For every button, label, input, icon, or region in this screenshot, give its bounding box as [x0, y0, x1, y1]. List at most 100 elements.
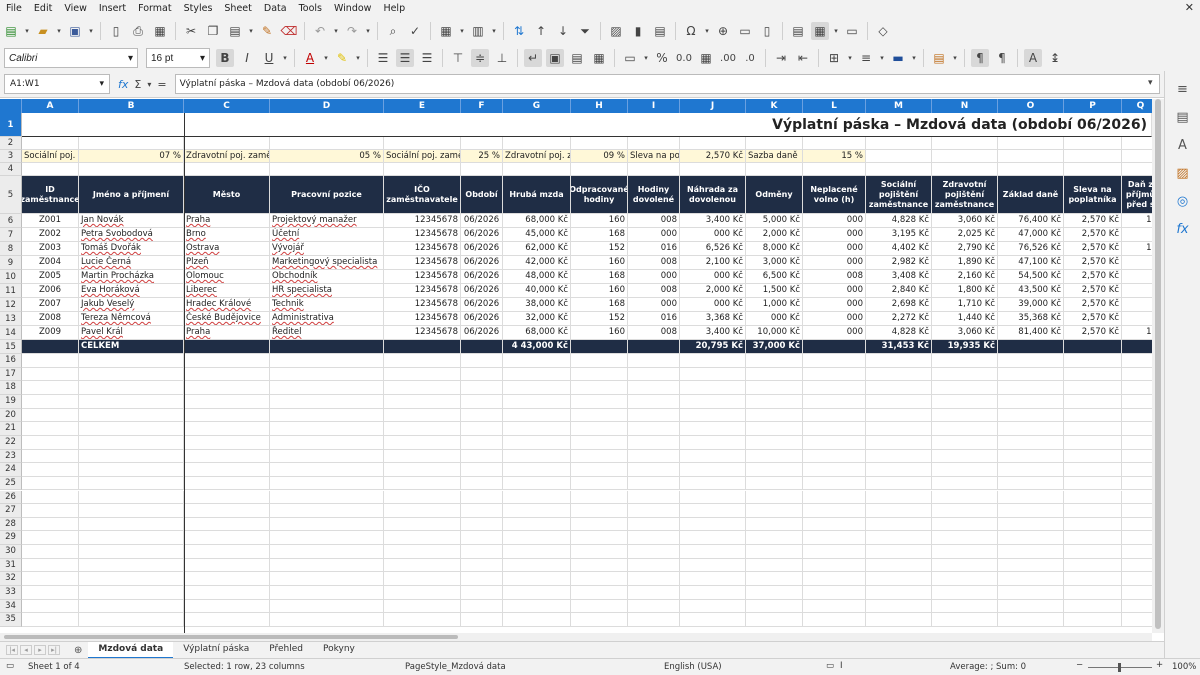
table-cell[interactable]: 2,840 Kč — [866, 284, 932, 298]
redo-dropdown-icon[interactable]: ▾ — [363, 22, 373, 40]
empty-cell[interactable] — [1064, 449, 1122, 464]
empty-cell[interactable] — [998, 354, 1064, 368]
new-document-icon[interactable]: ▤ — [2, 22, 20, 40]
table-cell[interactable]: 68,000 Kč — [503, 326, 571, 340]
menu-item-window[interactable]: Window — [328, 0, 377, 17]
borders-dropdown-icon[interactable]: ▾ — [845, 49, 855, 67]
row-header[interactable]: 26 — [0, 490, 22, 505]
table-cell[interactable]: 68,000 Kč — [503, 214, 571, 228]
row-header[interactable]: 23 — [0, 449, 22, 464]
empty-cell[interactable] — [803, 463, 866, 477]
gallery-icon[interactable]: ▨ — [1173, 163, 1193, 183]
table-cell[interactable]: Z008 — [22, 312, 79, 326]
border-color-dropdown-icon[interactable]: ▾ — [909, 49, 919, 67]
column-title[interactable]: Pracovní pozice — [270, 176, 384, 214]
text-vertical-alt-icon[interactable]: ↨ — [1046, 49, 1064, 67]
column-header-f[interactable]: F — [461, 99, 503, 113]
empty-cell[interactable] — [270, 422, 384, 436]
param-label[interactable]: Zdravotní poj. zamě — [184, 150, 270, 163]
table-cell[interactable]: 06/2026 — [461, 228, 503, 242]
border-color-icon[interactable]: ▬ — [889, 49, 907, 67]
empty-cell[interactable] — [1122, 150, 1152, 163]
menu-item-edit[interactable]: Edit — [28, 0, 58, 17]
selection-mode-icon[interactable]: ▭ — [826, 661, 834, 671]
empty-cell[interactable] — [932, 354, 998, 368]
empty-cell[interactable] — [571, 531, 628, 546]
table-cell[interactable]: 45,000 Kč — [503, 228, 571, 242]
empty-cell[interactable] — [79, 613, 184, 627]
empty-cell[interactable] — [680, 504, 746, 518]
empty-cell[interactable] — [998, 137, 1064, 150]
param-label[interactable]: Sociální poj. z — [22, 150, 79, 163]
table-cell[interactable]: 3,060 Kč — [932, 326, 998, 340]
empty-cell[interactable] — [184, 476, 270, 491]
empty-cell[interactable] — [184, 517, 270, 532]
empty-cell[interactable] — [571, 558, 628, 573]
empty-cell[interactable] — [503, 517, 571, 532]
empty-cell[interactable] — [998, 476, 1064, 491]
table-cell[interactable]: Projektový manažer — [270, 214, 384, 228]
empty-cell[interactable] — [628, 408, 680, 423]
table-cell[interactable]: Z002 — [22, 228, 79, 242]
total-cell[interactable] — [998, 340, 1064, 354]
empty-cell[interactable] — [461, 613, 503, 627]
column-title[interactable]: Sociální pojištění zaměstnance — [866, 176, 932, 214]
empty-cell[interactable] — [932, 394, 998, 409]
text-vertical-icon[interactable]: A — [1024, 49, 1042, 67]
empty-cell[interactable] — [571, 394, 628, 409]
empty-cell[interactable] — [22, 613, 79, 627]
empty-cell[interactable] — [571, 367, 628, 382]
table-cell[interactable]: 6,526 Kč — [680, 242, 746, 256]
row-header[interactable]: 35 — [0, 613, 22, 627]
currency-dropdown-icon[interactable]: ▾ — [641, 49, 651, 67]
table-cell[interactable]: 008 — [803, 270, 866, 284]
row-header[interactable]: 2 — [0, 137, 22, 150]
empty-cell[interactable] — [680, 408, 746, 423]
row-header[interactable]: 12 — [0, 298, 22, 312]
empty-cell[interactable] — [79, 463, 184, 477]
empty-cell[interactable] — [270, 572, 384, 587]
table-cell[interactable]: 2,570 Kč — [1064, 214, 1122, 228]
show-draw-functions-icon[interactable]: ◇ — [874, 22, 892, 40]
table-cell[interactable]: 152 — [571, 242, 628, 256]
row-header[interactable]: 34 — [0, 599, 22, 614]
empty-cell[interactable] — [680, 586, 746, 600]
table-cell[interactable]: Obchodník — [270, 270, 384, 284]
empty-cell[interactable] — [384, 490, 461, 505]
table-cell[interactable]: 12345678 — [384, 214, 461, 228]
param-value[interactable]: 07 % — [79, 150, 184, 163]
column-header-k[interactable]: K — [746, 99, 803, 113]
currency-icon[interactable]: ▭ — [621, 49, 639, 67]
undo-dropdown-icon[interactable]: ▾ — [331, 22, 341, 40]
empty-cell[interactable] — [932, 545, 998, 559]
empty-cell[interactable] — [384, 435, 461, 450]
empty-cell[interactable] — [803, 449, 866, 464]
empty-cell[interactable] — [22, 381, 79, 395]
empty-cell[interactable] — [866, 558, 932, 573]
align-left-icon[interactable]: ☰ — [374, 49, 392, 67]
table-cell[interactable]: Z007 — [22, 298, 79, 312]
table-cell[interactable]: 3,408 Kč — [866, 270, 932, 284]
empty-cell[interactable] — [680, 449, 746, 464]
empty-cell[interactable] — [998, 163, 1064, 176]
empty-cell[interactable] — [22, 137, 79, 150]
empty-cell[interactable] — [384, 163, 461, 176]
borders-icon[interactable]: ⊞ — [825, 49, 843, 67]
empty-cell[interactable] — [571, 572, 628, 587]
table-cell[interactable]: Ostrava — [184, 242, 270, 256]
column-header-g[interactable]: G — [503, 99, 571, 113]
table-cell[interactable]: 8 — [1122, 270, 1152, 284]
open-dropdown-icon[interactable]: ▾ — [54, 22, 64, 40]
paste-dropdown-icon[interactable]: ▾ — [246, 22, 256, 40]
table-cell[interactable]: Eva Horáková — [79, 284, 184, 298]
table-cell[interactable]: 2,000 Kč — [680, 284, 746, 298]
row-header[interactable]: 31 — [0, 558, 22, 573]
empty-cell[interactable] — [803, 558, 866, 573]
table-cell[interactable]: Olomouc — [184, 270, 270, 284]
freeze-rows-columns-icon[interactable]: ▦ — [811, 22, 829, 40]
table-cell[interactable]: 40,000 Kč — [503, 284, 571, 298]
empty-cell[interactable] — [998, 613, 1064, 627]
table-cell[interactable]: Martin Procházka — [79, 270, 184, 284]
empty-cell[interactable] — [998, 558, 1064, 573]
empty-cell[interactable] — [571, 449, 628, 464]
